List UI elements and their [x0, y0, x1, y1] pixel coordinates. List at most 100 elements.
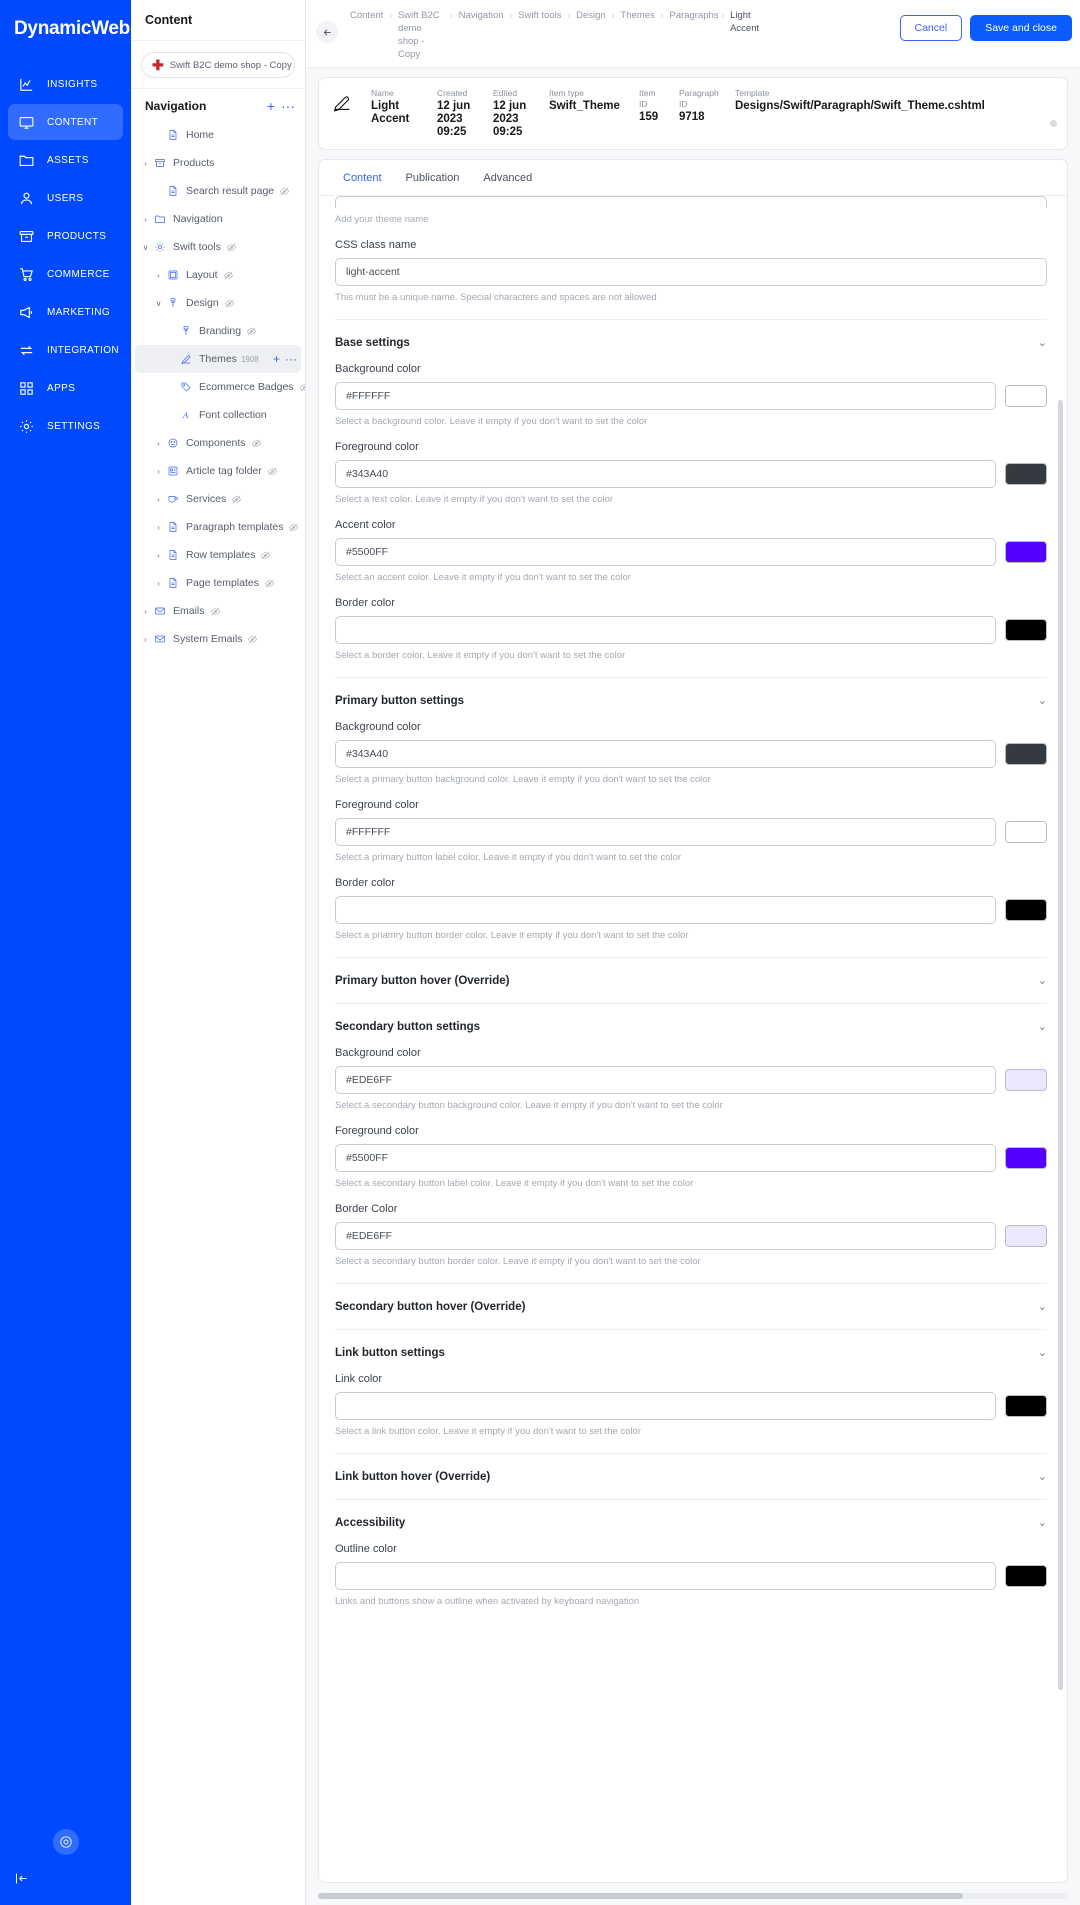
color-swatch[interactable]	[1005, 1069, 1047, 1091]
vertical-scrollbar-thumb[interactable]	[1058, 400, 1063, 1690]
tree-item-paragraph-templates[interactable]: › Paragraph templates	[135, 513, 301, 541]
tree-item-services[interactable]: › Services	[135, 485, 301, 513]
color-text-input[interactable]: #5500FF	[335, 538, 996, 566]
tree-twisty[interactable]: ∨	[152, 299, 165, 308]
tree-item-home[interactable]: Home	[135, 121, 301, 149]
color-text-input[interactable]: #EDE6FF	[335, 1222, 996, 1250]
section-secondary-button-settings[interactable]: Secondary button settings ⌄	[335, 1003, 1047, 1033]
tree-twisty[interactable]: ›	[152, 523, 165, 532]
navigation-more-button[interactable]: ···	[281, 99, 295, 113]
section-base-settings[interactable]: Base settings ⌄	[335, 319, 1047, 349]
section-link-button-hover-override-[interactable]: Link button hover (Override) ⌄	[335, 1453, 1047, 1483]
color-swatch[interactable]	[1005, 821, 1047, 843]
rail-item-content[interactable]: CONTENT	[8, 104, 123, 140]
section-accessibility[interactable]: Accessibility ⌄	[335, 1499, 1047, 1529]
color-text-input[interactable]: #EDE6FF	[335, 1066, 996, 1094]
tree-item-search-result-page[interactable]: Search result page	[135, 177, 301, 205]
color-text-input[interactable]	[335, 616, 996, 644]
tree-item-products[interactable]: › Products	[135, 149, 301, 177]
tree-item-font-collection[interactable]: A Font collection	[135, 401, 301, 429]
rail-item-settings[interactable]: SETTINGS	[8, 408, 123, 444]
breadcrumb-item[interactable]: Content	[350, 9, 383, 22]
rail-item-users[interactable]: USERS	[8, 180, 123, 216]
color-swatch[interactable]	[1005, 743, 1047, 765]
tree-item-swift-tools[interactable]: ∨ Swift tools	[135, 233, 301, 261]
tree-item-page-templates[interactable]: › Page templates	[135, 569, 301, 597]
tree-item-branding[interactable]: Branding	[135, 317, 301, 345]
cancel-button[interactable]: Cancel	[899, 15, 963, 41]
color-text-input[interactable]: #FFFFFF	[335, 382, 996, 410]
save-and-close-button[interactable]: Save and close	[970, 15, 1072, 41]
tree-item-components[interactable]: › Components	[135, 429, 301, 457]
tree-add-button[interactable]: +	[273, 352, 280, 366]
tree-twisty[interactable]: ∨	[139, 243, 152, 252]
tab-advanced[interactable]: Advanced	[471, 160, 544, 195]
section-primary-button-settings[interactable]: Primary button settings ⌄	[335, 677, 1047, 707]
breadcrumb-item[interactable]: Light Accent	[730, 9, 776, 35]
site-picker[interactable]: ✚ Swift B2C demo shop - Copy	[141, 52, 295, 78]
rail-item-products[interactable]: PRODUCTS	[8, 218, 123, 254]
css-class-input[interactable]: light-accent	[335, 258, 1047, 286]
breadcrumb-item[interactable]: Swift tools	[518, 9, 561, 22]
horizontal-scrollbar[interactable]	[318, 1893, 1068, 1899]
color-swatch[interactable]	[1005, 385, 1047, 407]
tree-item-navigation[interactable]: › Navigation	[135, 205, 301, 233]
rail-item-apps[interactable]: APPS	[8, 370, 123, 406]
color-text-input[interactable]	[335, 896, 996, 924]
tree-item-row-templates[interactable]: › Row templates	[135, 541, 301, 569]
tree-item-themes[interactable]: Themes 1908 + ···	[135, 345, 301, 373]
tree-twisty[interactable]: ›	[139, 635, 152, 644]
tree-twisty[interactable]: ›	[152, 551, 165, 560]
vertical-scrollbar[interactable]	[1058, 202, 1063, 1692]
breadcrumb-item[interactable]: Themes	[620, 9, 654, 22]
tree-twisty[interactable]: ›	[139, 215, 152, 224]
color-swatch[interactable]	[1005, 899, 1047, 921]
color-swatch[interactable]	[1005, 619, 1047, 641]
back-button[interactable]	[316, 21, 338, 43]
tree-twisty[interactable]: ›	[152, 579, 165, 588]
section-primary-button-hover-override-[interactable]: Primary button hover (Override) ⌄	[335, 957, 1047, 987]
color-swatch[interactable]	[1005, 1395, 1047, 1417]
breadcrumb-item[interactable]: Paragraphs	[669, 9, 718, 22]
tree-twisty[interactable]: ›	[139, 159, 152, 168]
rail-item-integration[interactable]: INTEGRATION	[8, 332, 123, 368]
theme-name-input-clipped[interactable]	[335, 196, 1047, 208]
tree-more-button[interactable]: ···	[285, 352, 297, 366]
rail-item-marketing[interactable]: MARKETING	[8, 294, 123, 330]
color-swatch[interactable]	[1005, 463, 1047, 485]
rail-item-insights[interactable]: INSIGHTS	[8, 66, 123, 102]
color-text-input[interactable]: #343A40	[335, 460, 996, 488]
breadcrumb-item[interactable]: Swift B2C demo shop - Copy	[398, 9, 444, 61]
color-swatch[interactable]	[1005, 541, 1047, 563]
tree-twisty[interactable]: ›	[152, 271, 165, 280]
tree-item-layout[interactable]: › Layout	[135, 261, 301, 289]
color-swatch[interactable]	[1005, 1565, 1047, 1587]
rail-item-assets[interactable]: ASSETS	[8, 142, 123, 178]
color-swatch[interactable]	[1005, 1147, 1047, 1169]
rail-item-commerce[interactable]: COMMERCE	[8, 256, 123, 292]
color-text-input[interactable]: #5500FF	[335, 1144, 996, 1172]
help-button[interactable]	[52, 1829, 79, 1855]
tab-publication[interactable]: Publication	[394, 160, 472, 195]
tree-item-system-emails[interactable]: › System Emails	[135, 625, 301, 653]
add-page-button[interactable]: +	[267, 99, 275, 113]
tree-twisty[interactable]: ›	[152, 439, 165, 448]
tree-item-design[interactable]: ∨ Design	[135, 289, 301, 317]
color-text-input[interactable]	[335, 1562, 996, 1590]
color-text-input[interactable]: #343A40	[335, 740, 996, 768]
section-link-button-settings[interactable]: Link button settings ⌄	[335, 1329, 1047, 1359]
tree-item-emails[interactable]: › Emails	[135, 597, 301, 625]
collapse-sidebar-button[interactable]	[0, 1871, 131, 1891]
tree-twisty[interactable]: ›	[139, 607, 152, 616]
section-secondary-button-hover-override-[interactable]: Secondary button hover (Override) ⌄	[335, 1283, 1047, 1313]
breadcrumb-item[interactable]: Design	[576, 9, 606, 22]
tab-content[interactable]: Content	[331, 160, 394, 195]
tree-twisty[interactable]: ›	[152, 467, 165, 476]
tree-twisty[interactable]: ›	[152, 495, 165, 504]
horizontal-scrollbar-thumb[interactable]	[318, 1893, 963, 1899]
breadcrumb-item[interactable]: Navigation	[459, 9, 504, 22]
tree-item-ecommerce-badges[interactable]: Ecommerce Badges	[135, 373, 305, 401]
tree-item-article-tag-folder[interactable]: › Article tag folder	[135, 457, 301, 485]
color-text-input[interactable]	[335, 1392, 996, 1420]
color-text-input[interactable]: #FFFFFF	[335, 818, 996, 846]
